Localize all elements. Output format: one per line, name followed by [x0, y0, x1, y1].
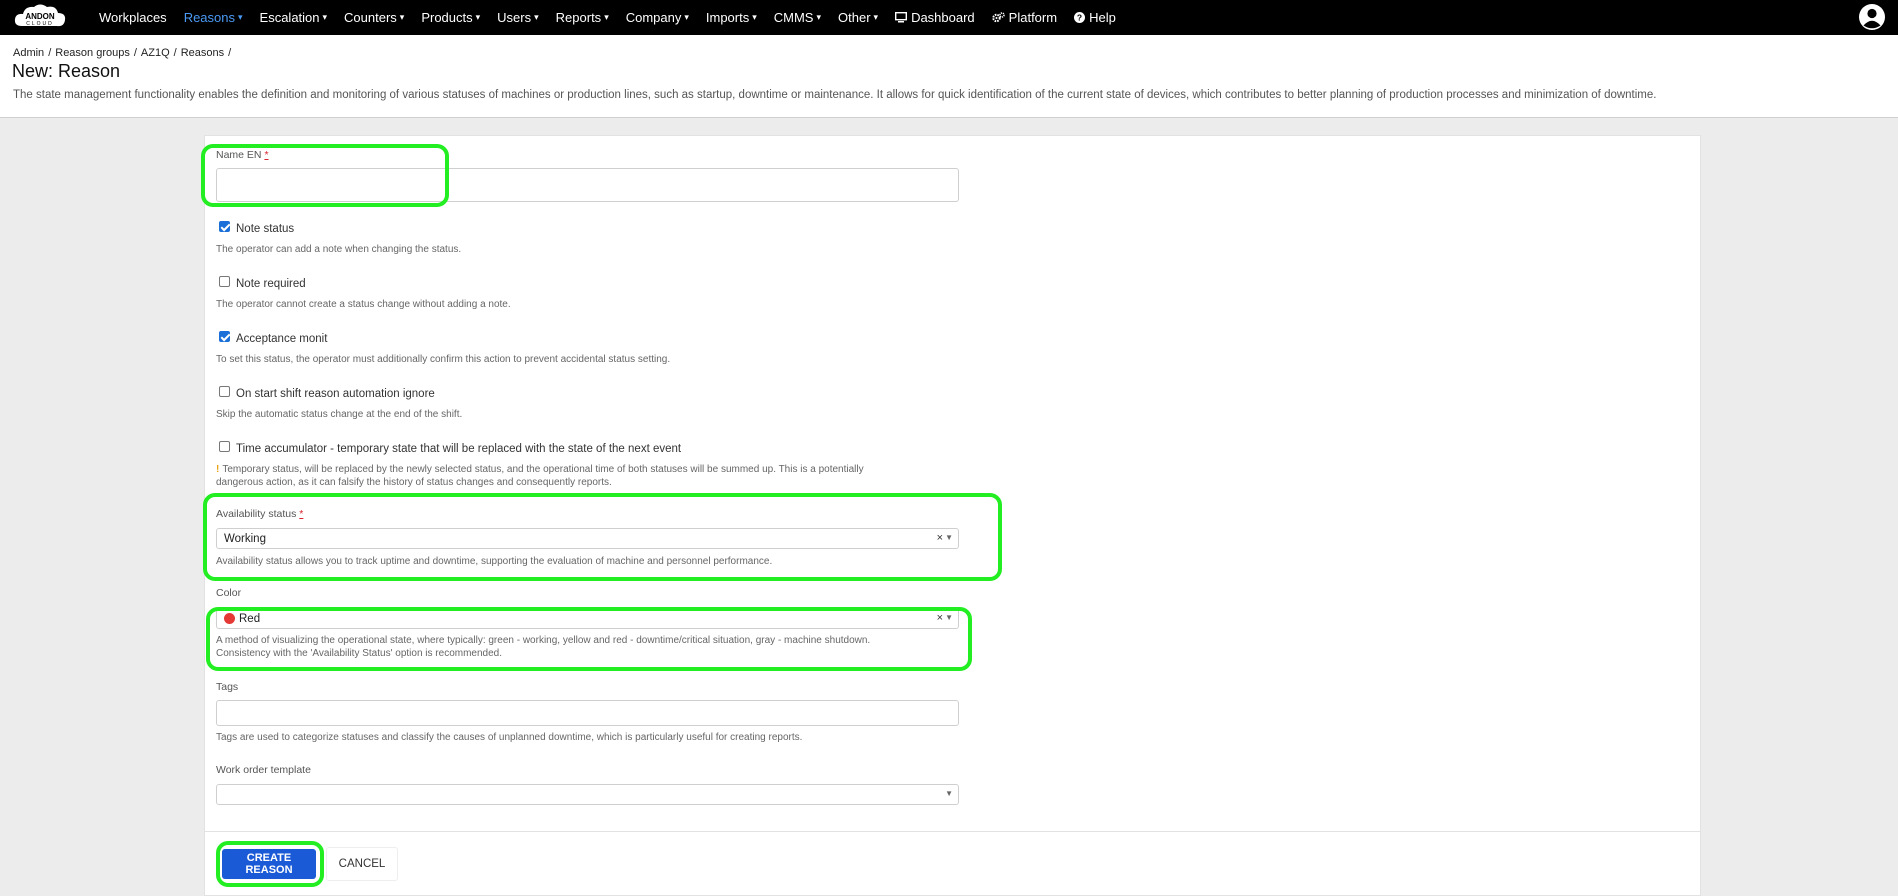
cancel-button[interactable]: CANCEL: [326, 847, 398, 881]
shift-ignore-checkbox[interactable]: [219, 386, 230, 397]
shift-ignore-label: On start shift reason automation ignore: [236, 388, 435, 400]
color-label: Color: [216, 587, 242, 599]
nav-other[interactable]: Other ▾: [838, 10, 878, 25]
note-required-checkbox[interactable]: [219, 276, 230, 287]
page-header: Admin / Reason groups / AZ1Q / Reasons / New: R…: [0, 35, 1898, 118]
breadcrumb-reasons[interactable]: Reasons: [181, 47, 224, 59]
availability-status-label: Availability status *: [216, 508, 304, 520]
nav-platform[interactable]: Platform: [991, 10, 1057, 25]
availability-status-select[interactable]: Working × ▼: [216, 528, 959, 549]
breadcrumb-group[interactable]: AZ1Q: [141, 47, 170, 59]
monitor-icon: [895, 12, 908, 23]
color-dot-icon: [224, 613, 235, 624]
color-select[interactable]: Red × ▼: [216, 608, 959, 629]
work-order-template-label: Work order template: [216, 764, 311, 776]
form-footer-divider: [204, 831, 1701, 832]
chevron-down-icon: ▾: [475, 12, 481, 22]
color-value: Red: [239, 612, 261, 625]
svg-text:CLOUD: CLOUD: [26, 21, 54, 27]
nav-users[interactable]: Users ▾: [497, 10, 538, 25]
nav-workplaces[interactable]: Workplaces: [99, 10, 167, 25]
note-required-label: Note required: [236, 278, 306, 290]
note-status-help: The operator can add a note when changin…: [216, 244, 462, 255]
svg-text:ANDON: ANDON: [25, 12, 55, 21]
nav-escalation[interactable]: Escalation ▾: [260, 10, 328, 25]
chevron-down-icon: ▾: [534, 12, 539, 22]
nav-menu: Workplaces Reasons ▾ Escalation ▾ Counters…: [99, 0, 1133, 35]
chevron-down-icon[interactable]: ▼: [945, 533, 953, 542]
availability-status-help: Availability status allows you to track …: [216, 556, 773, 567]
chevron-down-icon: ▾: [873, 12, 879, 22]
tags-help: Tags are used to categorize statuses and…: [216, 732, 803, 743]
time-accumulator-label: Time accumulator - temporary state that …: [236, 443, 682, 455]
acceptance-monit-label: Acceptance monit: [236, 333, 328, 345]
color-help: A method of visualizing the operational …: [216, 635, 871, 659]
warning-icon: !: [216, 464, 220, 475]
availability-status-value: Working: [224, 532, 266, 545]
question-circle-icon: ?: [1074, 12, 1086, 23]
nav-dashboard[interactable]: Dashboard: [895, 10, 975, 25]
breadcrumb-admin[interactable]: Admin: [13, 47, 44, 59]
top-navbar: ANDON CLOUD Workplaces Reasons ▾ Escalati…: [0, 0, 1898, 35]
chevron-down-icon: ▾: [322, 12, 328, 22]
create-reason-button[interactable]: CREATE REASON: [222, 849, 316, 879]
breadcrumb: Admin / Reason groups / AZ1Q / Reasons /: [13, 47, 232, 59]
clear-icon[interactable]: ×: [937, 532, 943, 544]
clear-icon[interactable]: ×: [937, 612, 943, 624]
note-status-label: Note status: [236, 223, 295, 235]
page-description: The state management functionality enabl…: [13, 89, 1657, 101]
work-order-template-select[interactable]: ▼: [216, 784, 959, 805]
svg-text:?: ?: [1077, 13, 1082, 23]
name-en-input[interactable]: [216, 168, 959, 202]
cogs-icon: [991, 12, 1005, 23]
nav-help[interactable]: ? Help: [1074, 10, 1116, 25]
tags-label: Tags: [216, 681, 239, 693]
chevron-down-icon[interactable]: ▼: [945, 613, 953, 622]
nav-cmms[interactable]: CMMS ▾: [774, 10, 821, 25]
nav-products[interactable]: Products ▾: [421, 10, 480, 25]
time-accumulator-help: ! Temporary status, will be replaced by t…: [216, 464, 864, 488]
acceptance-monit-help: To set this status, the operator must ad…: [216, 354, 671, 365]
tags-input[interactable]: [216, 700, 959, 726]
shift-ignore-help: Skip the automatic status change at the …: [216, 409, 463, 420]
nav-counters[interactable]: Counters ▾: [344, 10, 404, 25]
note-required-help: The operator cannot create a status chan…: [216, 299, 511, 310]
note-status-checkbox[interactable]: [219, 221, 230, 232]
nav-company[interactable]: Company ▾: [626, 10, 689, 25]
name-en-label: Name EN *: [216, 149, 269, 161]
chevron-down-icon: ▾: [399, 12, 405, 22]
chevron-down-icon: ▾: [604, 12, 609, 22]
chevron-down-icon[interactable]: ▼: [945, 789, 953, 798]
nav-imports[interactable]: Imports ▾: [706, 10, 757, 25]
acceptance-monit-checkbox[interactable]: [219, 331, 230, 342]
page-title: New: Reason: [12, 61, 121, 81]
andon-cloud-logo[interactable]: ANDON CLOUD: [12, 2, 68, 33]
chevron-down-icon: ▾: [752, 12, 757, 22]
user-avatar-icon[interactable]: [1858, 3, 1886, 31]
breadcrumb-reason-groups[interactable]: Reason groups: [55, 47, 130, 59]
chevron-down-icon: ▾: [238, 12, 243, 22]
time-accumulator-checkbox[interactable]: [219, 441, 230, 452]
chevron-down-icon: ▾: [684, 12, 689, 22]
chevron-down-icon: ▾: [816, 12, 822, 22]
nav-reports[interactable]: Reports ▾: [556, 10, 609, 25]
nav-reasons[interactable]: Reasons ▾: [184, 10, 243, 25]
